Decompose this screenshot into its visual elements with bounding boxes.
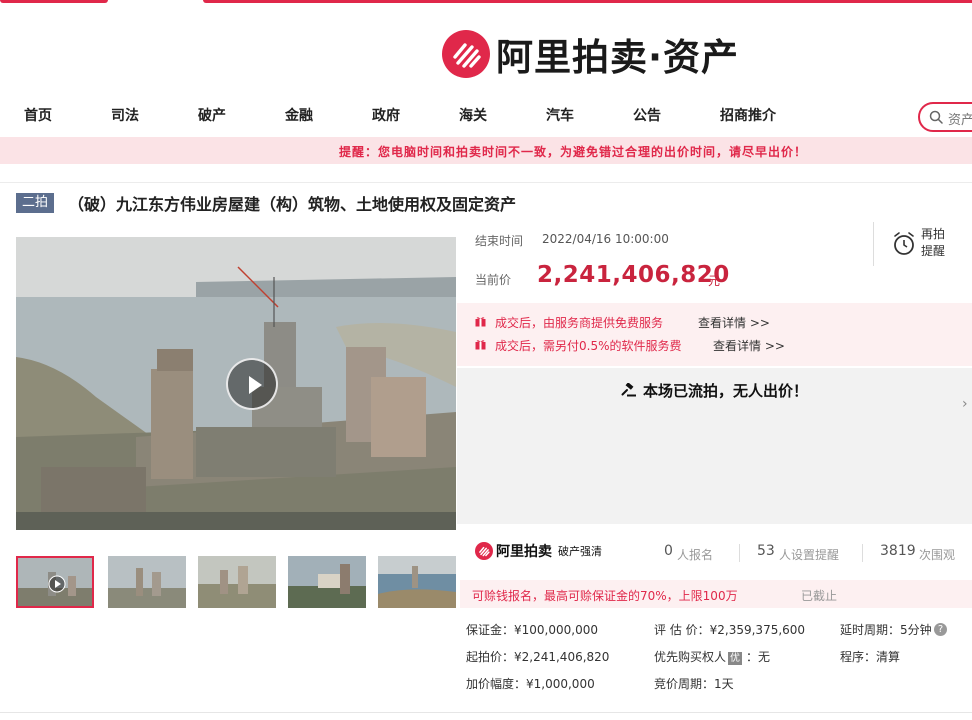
status-message-text: 本场已流拍，无人出价！ bbox=[642, 382, 808, 400]
reminder-label: 人设置提醒 bbox=[779, 548, 840, 562]
nav-item-announcement[interactable]: 公告 bbox=[633, 104, 661, 128]
price-unit: 元 bbox=[708, 274, 721, 288]
procedure: 程序：清算 bbox=[840, 648, 900, 665]
thumbnail-1[interactable] bbox=[16, 556, 94, 608]
service-row: 成交后，需另付0.5%的软件服务费 查看详情 >> bbox=[475, 336, 972, 354]
search-input[interactable]: 资产 bbox=[918, 102, 972, 132]
bid-cycle-value: 竞价周期：1天 bbox=[654, 677, 734, 691]
status-message: 本场已流拍，无人出价！ bbox=[457, 380, 972, 401]
nav-item-investment[interactable]: 招商推介 bbox=[720, 104, 776, 128]
auction-hammer-icon bbox=[621, 383, 636, 397]
increment-value: 加价幅度：¥1,000,000 bbox=[466, 677, 595, 691]
credit-status: 已截止 bbox=[801, 589, 838, 603]
service-detail-link[interactable]: 查看详情 >> bbox=[713, 337, 785, 354]
end-time-label: 结束时间 bbox=[475, 234, 524, 248]
nav-item-government[interactable]: 政府 bbox=[372, 104, 400, 128]
current-price-label: 当前价 bbox=[475, 273, 512, 287]
item-title-row: 二拍 （破）九江东方伟业房屋建（构）筑物、土地使用权及固定资产 bbox=[16, 192, 516, 214]
priority-buyer: 优先购买权人优：无 bbox=[654, 648, 770, 665]
search-placeholder: 资产 bbox=[948, 113, 972, 128]
extension-cycle: 延时周期：5分钟 bbox=[840, 623, 932, 637]
priority-label: 优先购买权人 bbox=[654, 650, 727, 664]
service-text: 成交后，由服务商提供免费服务 bbox=[495, 316, 664, 330]
rebid-remind-button[interactable]: 再拍提醒 bbox=[873, 222, 972, 266]
chevron-right-icon[interactable]: › bbox=[962, 396, 972, 414]
start-price-value: 起拍价：¥2,241,406,820 bbox=[466, 650, 610, 664]
stats-bar: 阿里拍卖 破产强清 0 人报名 53 人设置提醒 3819 次围观 bbox=[457, 536, 972, 570]
divider bbox=[0, 182, 972, 183]
notice-text: 提醒：您电脑时间和拍卖时间不一致，为避免错过合理的出价时间，请尽早出价！ bbox=[339, 145, 808, 159]
service-detail-link[interactable]: 查看详情 >> bbox=[698, 314, 770, 331]
gift-icon bbox=[475, 340, 486, 350]
stats-brand: 阿里拍卖 破产强清 bbox=[475, 541, 602, 561]
nav-item-bankruptcy[interactable]: 破产 bbox=[198, 104, 226, 128]
view-count: 3819 bbox=[880, 543, 916, 559]
view-label: 次围观 bbox=[919, 548, 956, 562]
divider bbox=[862, 544, 863, 562]
appraisal-value: 评 估 价：¥2,359,375,600 bbox=[654, 623, 806, 637]
nav-item-auto[interactable]: 汽车 bbox=[546, 104, 574, 128]
stats-brand-sub: 破产强清 bbox=[558, 545, 602, 558]
main-nav: 首页 司法 破产 金融 政府 海关 汽车 公告 招商推介 bbox=[0, 104, 972, 128]
nav-item-judicial[interactable]: 司法 bbox=[111, 104, 139, 128]
service-row: 成交后，由服务商提供免费服务 查看详情 >> bbox=[475, 313, 972, 331]
ali-auction-logo-icon bbox=[475, 542, 493, 560]
end-time-value: 2022/04/16 10:00:00 bbox=[542, 232, 669, 246]
thumbnail-2[interactable] bbox=[108, 556, 186, 608]
question-icon[interactable]: ? bbox=[934, 623, 947, 636]
current-price-value: 2,241,406,820 bbox=[537, 262, 730, 288]
service-text: 成交后，需另付0.5%的软件服务费 bbox=[495, 339, 682, 353]
priority-value: ：无 bbox=[746, 650, 771, 664]
credit-signup-banner[interactable]: 可赊钱报名，最高可赊保证金的70%，上限100万 已截止 bbox=[460, 580, 972, 608]
round-badge: 二拍 bbox=[16, 193, 55, 213]
play-icon bbox=[249, 376, 262, 394]
nav-item-customs[interactable]: 海关 bbox=[459, 104, 487, 128]
play-video-button[interactable] bbox=[226, 358, 278, 410]
procedure-label: 程序： bbox=[840, 650, 877, 664]
divider bbox=[739, 544, 740, 562]
top-accent-strip bbox=[0, 0, 972, 3]
thumbnail-5[interactable] bbox=[378, 556, 456, 608]
credit-text: 可赊钱报名，最高可赊保证金的70%，上限100万 bbox=[472, 589, 738, 603]
signup-label: 人报名 bbox=[677, 548, 714, 562]
gift-icon bbox=[475, 317, 486, 327]
divider bbox=[0, 712, 972, 713]
signup-count: 0 bbox=[664, 543, 673, 559]
procedure-value[interactable]: 清算 bbox=[876, 650, 900, 664]
priority-tag-icon: 优 bbox=[728, 652, 743, 665]
item-title: （破）九江东方伟业房屋建（构）筑物、土地使用权及固定资产 bbox=[68, 195, 517, 214]
ali-auction-logo-icon bbox=[442, 30, 490, 78]
stats-brand-name: 阿里拍卖 bbox=[496, 544, 552, 560]
reminder-count: 53 bbox=[757, 543, 775, 559]
alarm-clock-icon bbox=[894, 232, 914, 255]
nav-item-finance[interactable]: 金融 bbox=[285, 104, 313, 128]
nav-item-home[interactable]: 首页 bbox=[24, 104, 52, 128]
thumbnail-3[interactable] bbox=[198, 556, 276, 608]
search-icon bbox=[929, 110, 943, 124]
service-info-box: 成交后，由服务商提供免费服务 查看详情 >> 成交后，需另付0.5%的软件服务费… bbox=[457, 303, 972, 366]
rebid-remind-label: 再拍提醒 bbox=[921, 227, 946, 258]
auction-status-panel: 本场已流拍，无人出价！ bbox=[457, 368, 972, 524]
logo-text: 阿里拍卖·资产 bbox=[496, 36, 740, 79]
time-mismatch-notice: 提醒：您电脑时间和拍卖时间不一致，为避免错过合理的出价时间，请尽早出价！ bbox=[0, 137, 972, 164]
deposit-value: 保证金：¥100,000,000 bbox=[466, 623, 598, 637]
main-photo-video[interactable] bbox=[16, 237, 456, 530]
site-logo[interactable]: 阿里拍卖·资产 bbox=[442, 30, 740, 79]
thumbnail-4[interactable] bbox=[288, 556, 366, 608]
